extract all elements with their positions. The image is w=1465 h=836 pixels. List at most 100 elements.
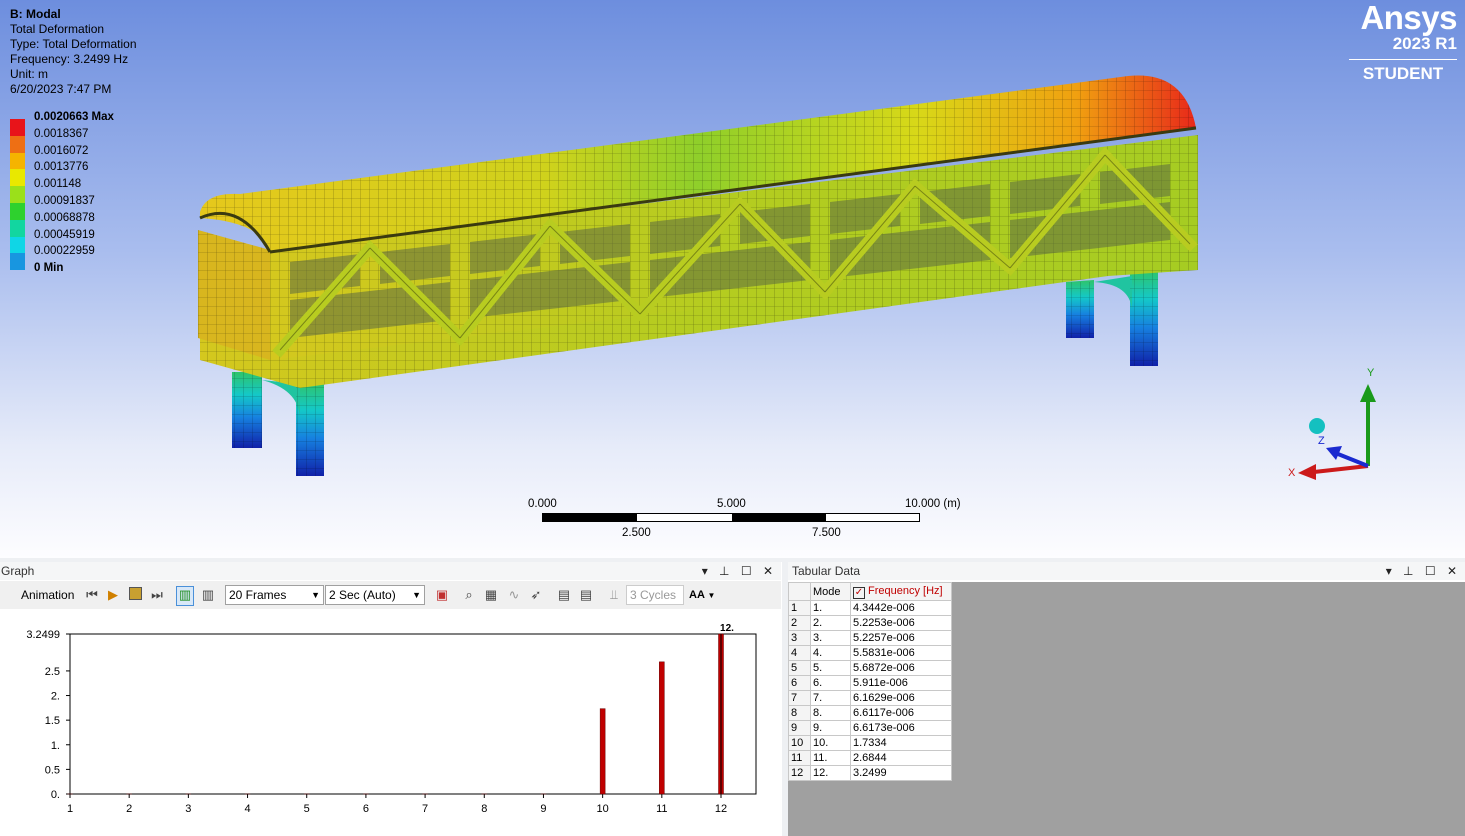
scale-label: 0.000 [528, 498, 557, 510]
mode-column-header[interactable]: Mode [810, 582, 851, 601]
legend-swatch [10, 119, 25, 136]
row-number: 8 [788, 705, 811, 721]
table-row[interactable]: 10 10. 1.7334 [788, 735, 952, 751]
graph-pane-controls[interactable]: ▾ ⊥ ☐ ✕ [702, 562, 777, 580]
y-tick-label: 2.5 [45, 666, 60, 678]
table-corner [788, 582, 811, 601]
info-line: Total Deformation [10, 22, 105, 36]
mode-cell: 12. [810, 765, 851, 781]
ansys-logo: Ansys 2023 R1 STUDENT [1349, 0, 1458, 83]
animation-toolbar: Animation ⏮ ▶ ⏭ ▥ ▥ 20 Frames ▼ 2 Sec (Au… [0, 581, 781, 609]
curve-icon[interactable]: ∿ [506, 587, 522, 603]
table-row[interactable]: 7 7. 6.1629e-006 [788, 690, 952, 706]
x-axis-label: X [1288, 467, 1296, 479]
info-line: 6/20/2023 7:47 PM [10, 82, 112, 96]
y-tick-label: 3.2499 [26, 629, 60, 641]
selected-mode-label: 12. [720, 623, 734, 634]
frequency-cell: 5.6872e-006 [850, 660, 952, 676]
frames-value: 20 Frames [229, 588, 287, 602]
legend-label: 0.0016072 [34, 144, 89, 157]
frames-select[interactable]: 20 Frames ▼ [225, 585, 324, 605]
duration-select[interactable]: 2 Sec (Auto) ▼ [325, 585, 425, 605]
x-tick-label: 7 [422, 803, 428, 815]
aa-label: AA [689, 589, 705, 601]
table-row[interactable]: 9 9. 6.6173e-006 [788, 720, 952, 736]
grid-icon[interactable]: ▦ [483, 587, 499, 603]
row-number: 12 [788, 765, 811, 781]
copy-table-icon[interactable]: ▤ [578, 587, 594, 603]
frequency-table[interactable]: Mode ✓ Frequency [Hz] 1 1. 4.3442e-006 2 2. 5.… [788, 582, 952, 781]
table-row[interactable]: 8 8. 6.6117e-006 [788, 705, 952, 721]
play-icon[interactable]: ▶ [105, 587, 121, 603]
mode-cell: 3. [810, 630, 851, 646]
table-row[interactable]: 5 5. 5.6872e-006 [788, 660, 952, 676]
coordinate-triad[interactable]: Y X Z [1280, 362, 1390, 487]
mode-cell: 10. [810, 735, 851, 751]
table-row[interactable]: 12 12. 3.2499 [788, 765, 952, 781]
table-row[interactable]: 3 3. 5.2257e-006 [788, 630, 952, 646]
plot-frame [69, 633, 757, 795]
mode-cell: 2. [810, 615, 851, 631]
x-tick-label: 5 [304, 803, 310, 815]
legend-swatch [10, 219, 25, 237]
frequency-cell: 5.911e-006 [850, 675, 952, 691]
tabular-pane-header: Tabular Data ▾ ⊥ ☐ ✕ [788, 562, 1465, 580]
table-row[interactable]: 1 1. 4.3442e-006 [788, 600, 952, 616]
mode-cell: 7. [810, 690, 851, 706]
iso-view-ball[interactable] [1309, 418, 1325, 434]
legend-swatch [10, 135, 25, 153]
x-tick-label: 10 [597, 803, 609, 815]
previous-frame-icon[interactable]: ⏮ [84, 587, 100, 603]
x-tick-label: 4 [244, 803, 250, 815]
export-video-icon[interactable]: ▣ [434, 587, 450, 603]
frequency-cell: 6.6117e-006 [850, 705, 952, 721]
frequency-column-header[interactable]: ✓ Frequency [Hz] [850, 582, 952, 601]
analysis-title: B: Modal [10, 7, 61, 21]
legend-swatch [10, 169, 25, 187]
legend-swatch [10, 236, 25, 254]
mode-cell: 1. [810, 600, 851, 616]
table-row[interactable]: 4 4. 5.5831e-006 [788, 645, 952, 661]
legend-swatch [10, 202, 25, 220]
zoom-to-fit-icon[interactable]: ⌕ [461, 587, 477, 603]
cycles-icon[interactable]: ⫫ [606, 587, 622, 603]
frequency-graph[interactable]: 0.0.51.1.52.2.53.24991 2 3 4 5 6 7 8 9 10 11 12 12. [0, 610, 781, 836]
row-number: 1 [788, 600, 811, 616]
tabular-pane-controls[interactable]: ▾ ⊥ ☐ ✕ [1386, 562, 1461, 580]
result-frames-icon[interactable]: ▥ [200, 587, 216, 603]
info-line: Type: Total Deformation [10, 37, 137, 51]
frequency-cell: 5.2253e-006 [850, 615, 952, 631]
pan-icon[interactable]: ➶ [528, 587, 544, 603]
y-tick-label: 2. [51, 691, 60, 703]
row-number: 6 [788, 675, 811, 691]
table-row[interactable]: 11 11. 2.6844 [788, 750, 952, 766]
y-tick-label: 0. [51, 789, 60, 801]
scale-label: 5.000 [717, 498, 746, 510]
legend-swatch [10, 186, 25, 204]
stop-icon[interactable] [127, 587, 143, 603]
row-number: 5 [788, 660, 811, 676]
graphics-viewport[interactable]: B: Modal Total Deformation Type: Total D… [0, 0, 1465, 558]
mode-cell: 8. [810, 705, 851, 721]
bridge-model[interactable] [0, 0, 1465, 558]
row-number: 11 [788, 750, 811, 766]
checkbox-icon[interactable]: ✓ [853, 586, 865, 599]
legend-swatch [10, 152, 25, 170]
y-tick-label: 1. [51, 740, 60, 752]
y-axis-label: Y [1367, 367, 1375, 379]
bar-mode-10 [599, 708, 606, 795]
result-info: B: Modal Total Deformation Type: Total D… [10, 7, 137, 97]
frequency-cell: 4.3442e-006 [850, 600, 952, 616]
animation-label: Animation [21, 588, 75, 602]
table-row[interactable]: 6 6. 5.911e-006 [788, 675, 952, 691]
cycles-select[interactable]: 3 Cycles [626, 585, 684, 605]
tabular-pane-title: Tabular Data [792, 564, 861, 578]
table-icon[interactable]: ▤ [556, 587, 572, 603]
legend-label: 0.00091837 [34, 194, 95, 207]
table-row[interactable]: 2 2. 5.2253e-006 [788, 615, 952, 631]
mode-cell: 6. [810, 675, 851, 691]
antialias-button[interactable]: AA ▼ [689, 585, 715, 605]
next-frame-icon[interactable]: ⏭ [149, 587, 165, 603]
distributed-frames-icon[interactable]: ▥ [176, 586, 194, 606]
graph-pane-header: Graph ▾ ⊥ ☐ ✕ [0, 562, 781, 580]
